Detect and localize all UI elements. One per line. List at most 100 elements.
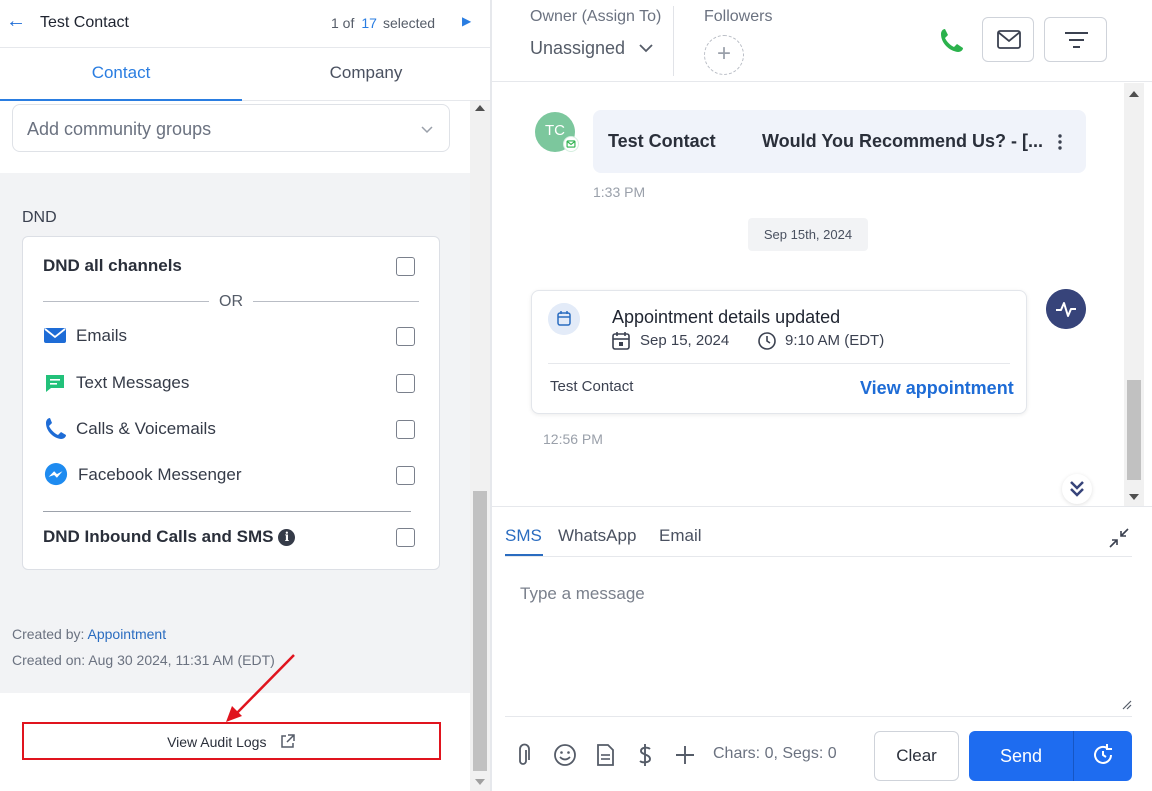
paperclip-icon[interactable] — [512, 742, 538, 768]
scroll-up-arrow[interactable] — [475, 105, 485, 111]
appointment-contact: Test Contact — [550, 378, 634, 395]
dnd-inbound-checkbox[interactable] — [396, 528, 415, 547]
divider — [505, 716, 1132, 717]
dnd-channel-label: Text Messages — [76, 373, 190, 392]
scroll-down-arrow[interactable] — [475, 779, 485, 785]
caret-right-icon[interactable]: ▶ — [462, 14, 471, 28]
dnd-channel-messenger: Facebook Messenger — [43, 463, 415, 487]
tab-contact[interactable]: Contact — [0, 49, 242, 101]
created-by-link[interactable]: Appointment — [88, 626, 167, 642]
divider — [43, 511, 411, 512]
scroll-up-arrow[interactable] — [1129, 91, 1139, 97]
calendar-icon — [548, 303, 580, 335]
message-subject: Would You Recommend Us? - [... — [762, 131, 1044, 151]
dnd-channel-label: Calls & Voicemails — [76, 419, 216, 438]
plus-icon[interactable] — [672, 742, 698, 768]
schedule-icon — [1094, 743, 1112, 764]
contact-name: Test Contact — [40, 14, 129, 31]
dnd-all-channels-label: DND all channels — [43, 256, 182, 275]
dnd-all-channels-row: DND all channels — [43, 254, 415, 278]
pager-total[interactable]: 17 — [361, 15, 377, 31]
chevron-down-icon[interactable] — [638, 40, 654, 56]
emoji-icon[interactable] — [552, 742, 578, 768]
dnd-channel-label: Facebook Messenger — [78, 465, 242, 484]
date-separator: Sep 15th, 2024 — [748, 218, 868, 251]
owner-select[interactable]: Unassigned — [530, 38, 625, 59]
dnd-card: DND all channels OR Emails Text Messages… — [22, 236, 440, 570]
appointment-time: 9:10 AM (EDT) — [785, 332, 885, 349]
tab-email[interactable]: Email — [659, 526, 702, 546]
annotation-arrow — [226, 654, 295, 722]
detail-tabs: Contact Company — [0, 49, 490, 101]
mail-icon — [44, 328, 66, 343]
dollar-icon[interactable] — [632, 742, 658, 768]
scroll-to-bottom-button[interactable] — [1062, 474, 1092, 504]
template-icon[interactable] — [592, 742, 618, 768]
info-icon[interactable]: i — [278, 529, 296, 546]
email-button[interactable] — [982, 17, 1034, 62]
activity-icon — [1046, 289, 1086, 329]
character-counter: Chars: 0, Segs: 0 — [713, 745, 837, 762]
created-by-label: Created by: — [12, 626, 85, 642]
tab-whatsapp[interactable]: WhatsApp — [558, 526, 636, 546]
chat-icon — [46, 375, 64, 392]
clock-icon — [758, 332, 776, 350]
dnd-channel-text: Text Messages — [43, 371, 415, 395]
divider — [548, 363, 1010, 364]
dnd-calls-checkbox[interactable] — [396, 420, 415, 439]
message-input[interactable] — [505, 570, 1132, 710]
view-appointment-link[interactable]: View appointment — [860, 378, 1014, 399]
tab-sms[interactable]: SMS — [505, 526, 542, 546]
appointment-timestamp: 12:56 PM — [543, 431, 603, 447]
add-follower-button[interactable]: + — [704, 35, 744, 75]
dnd-channel-emails: Emails — [43, 324, 415, 348]
chevron-down-icon — [421, 126, 433, 134]
send-button[interactable]: Send — [969, 731, 1073, 781]
left-scrollbar[interactable] — [470, 101, 490, 791]
schedule-send-button[interactable] — [1073, 731, 1132, 781]
message-sender: Test Contact — [608, 131, 716, 151]
filter-button[interactable] — [1044, 17, 1107, 62]
followers-label: Followers — [704, 8, 773, 25]
dnd-inbound-row: DND Inbound Calls and SMS i — [43, 525, 415, 549]
dnd-inbound-label: DND Inbound Calls and SMS i — [43, 527, 296, 547]
contact-header: ← Test Contact 1 of 17 selected ▶ — [0, 0, 490, 48]
dnd-all-channels-checkbox[interactable] — [396, 257, 415, 276]
created-by: Created by: Appointment — [12, 626, 166, 642]
appointment-date: Sep 15, 2024 — [640, 332, 730, 349]
arrow-left-icon[interactable]: ← — [6, 11, 26, 31]
or-separator: OR — [209, 293, 253, 311]
dnd-messenger-checkbox[interactable] — [396, 466, 415, 485]
phone-icon — [46, 418, 66, 439]
community-groups-select[interactable]: Add community groups — [12, 104, 450, 152]
appointment-title: Appointment details updated — [612, 307, 841, 327]
phone-icon[interactable] — [937, 26, 967, 56]
scroll-thumb[interactable] — [473, 491, 487, 771]
conversation-scrollbar[interactable] — [1124, 83, 1144, 506]
dnd-text-checkbox[interactable] — [396, 374, 415, 393]
collapse-icon[interactable] — [1108, 527, 1130, 549]
double-chevron-down-icon — [1070, 481, 1084, 497]
filter-icon — [1065, 32, 1088, 48]
divider — [505, 556, 1132, 557]
divider — [673, 6, 674, 76]
dnd-inbound-text: DND Inbound Calls and SMS — [43, 527, 274, 546]
owner-label: Owner (Assign To) — [530, 8, 662, 25]
dnd-channel-label: Emails — [76, 326, 128, 345]
mail-icon — [997, 30, 1021, 49]
clear-button[interactable]: Clear — [874, 731, 959, 781]
tab-company[interactable]: Company — [242, 49, 490, 101]
contact-detail-panel: ← Test Contact 1 of 17 selected ▶ Contact … — [0, 0, 490, 791]
resize-handle-icon[interactable] — [1120, 698, 1132, 710]
pager: 1 of 17 selected — [331, 15, 435, 31]
community-groups-placeholder: Add community groups — [27, 119, 212, 139]
community-groups-section: Add community groups — [0, 101, 470, 173]
scroll-down-arrow[interactable] — [1129, 494, 1139, 500]
more-options-icon[interactable] — [1052, 132, 1068, 152]
dnd-section-label: DND — [22, 209, 57, 226]
calendar-icon — [612, 332, 630, 350]
scroll-thumb[interactable] — [1127, 380, 1141, 480]
dnd-channel-calls: Calls & Voicemails — [43, 417, 415, 441]
pager-suffix: selected — [382, 15, 436, 31]
dnd-emails-checkbox[interactable] — [396, 327, 415, 346]
